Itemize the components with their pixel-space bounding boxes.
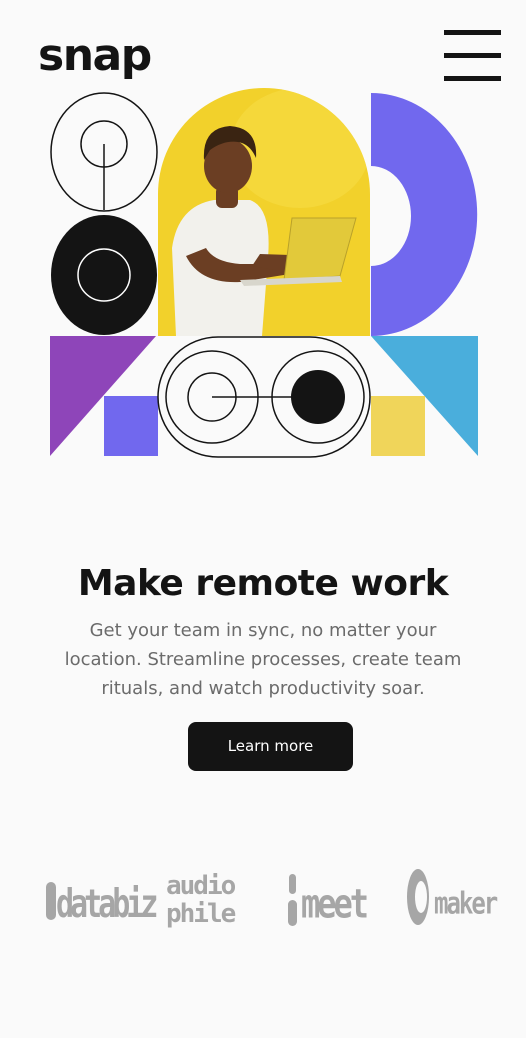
- hero-description: Get your team in sync, no matter your lo…: [64, 620, 462, 699]
- purple-square-shape: [104, 396, 158, 456]
- page-title: Make remote work: [77, 563, 449, 604]
- purple-half-ring-shape: [371, 93, 478, 336]
- learn-more-button[interactable]: Learn more: [188, 722, 353, 771]
- menu-bar-bottom: [444, 76, 501, 81]
- meet-mark-icon: [288, 874, 297, 926]
- outlined-circle-shape: [50, 92, 158, 212]
- hero-photo: [158, 88, 370, 336]
- databiz-mark-icon: [46, 882, 56, 920]
- meet-label: meet: [301, 880, 369, 928]
- menu-bar-middle: [444, 53, 501, 58]
- snap-logo[interactable]: snap: [38, 30, 152, 82]
- client-logos: databiz audio phile meet maker: [0, 860, 526, 940]
- databiz-logo: databiz: [46, 860, 158, 940]
- hamburger-menu-icon[interactable]: [444, 30, 501, 82]
- maker-mark-icon: [407, 869, 429, 925]
- page: snap Make remote work Get your team in s…: [0, 0, 526, 1038]
- databiz-label: databiz: [56, 882, 158, 928]
- hero-graphic: [50, 88, 478, 458]
- audiophile-label: audio phile: [166, 871, 236, 929]
- yellow-square-shape: [371, 396, 425, 456]
- hero-illustration: [0, 88, 526, 468]
- menu-bar-top: [444, 30, 501, 35]
- meet-logo: meet: [288, 860, 369, 940]
- maker-logo: maker: [406, 860, 498, 940]
- black-circle-shape: [51, 215, 157, 335]
- audiophile-logo: audio phile: [166, 860, 246, 940]
- pill-outline-shape: [157, 336, 371, 458]
- maker-label: maker: [434, 886, 498, 921]
